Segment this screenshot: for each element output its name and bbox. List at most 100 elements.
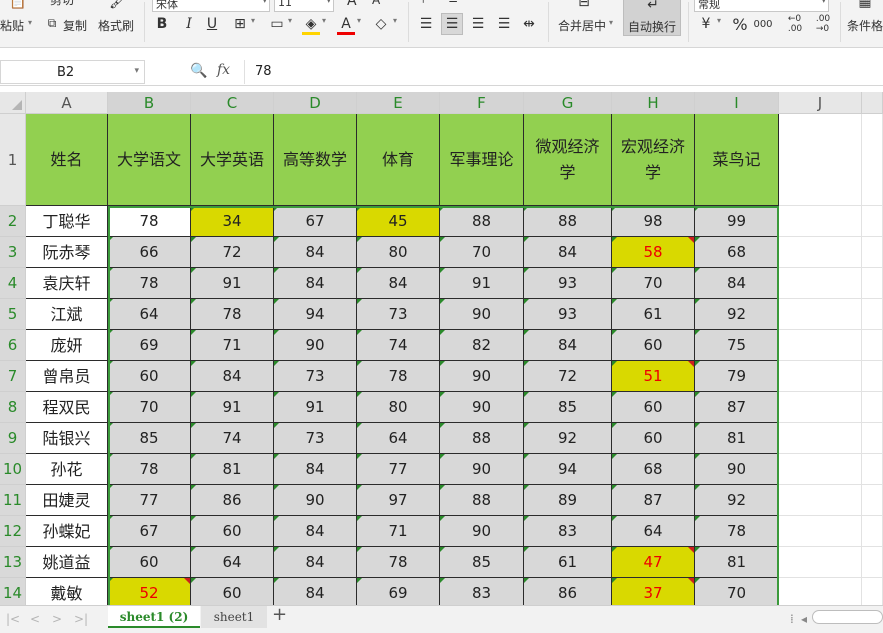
header-cell[interactable]: 菜鸟记: [695, 114, 779, 206]
select-all-corner[interactable]: [0, 92, 26, 114]
score-cell[interactable]: 71: [191, 330, 274, 361]
score-cell[interactable]: 93: [524, 299, 612, 330]
empty-cell[interactable]: [779, 485, 862, 516]
score-cell[interactable]: 78: [695, 516, 779, 547]
column-header-f[interactable]: F: [440, 92, 524, 114]
score-cell[interactable]: 92: [695, 299, 779, 330]
score-cell[interactable]: 84: [274, 547, 357, 578]
score-cell[interactable]: 64: [357, 423, 440, 454]
row-header-9[interactable]: 9: [0, 423, 26, 454]
score-cell[interactable]: 78: [108, 454, 191, 485]
score-cell[interactable]: 51: [612, 361, 695, 392]
score-cell[interactable]: 70: [108, 392, 191, 423]
empty-cell[interactable]: [862, 237, 883, 268]
empty-cell[interactable]: [779, 206, 862, 237]
score-cell[interactable]: 91: [191, 268, 274, 299]
empty-cell[interactable]: [862, 547, 883, 578]
score-cell[interactable]: 90: [440, 516, 524, 547]
score-cell[interactable]: 70: [612, 268, 695, 299]
score-cell[interactable]: 92: [524, 423, 612, 454]
score-cell[interactable]: 73: [274, 361, 357, 392]
empty-cell[interactable]: [862, 392, 883, 423]
score-cell[interactable]: 68: [612, 454, 695, 485]
score-cell[interactable]: 88: [440, 206, 524, 237]
score-cell[interactable]: 78: [191, 299, 274, 330]
score-cell[interactable]: 60: [191, 516, 274, 547]
empty-cell[interactable]: [862, 268, 883, 299]
score-cell[interactable]: 80: [357, 392, 440, 423]
empty-cell[interactable]: [862, 330, 883, 361]
score-cell[interactable]: 84: [524, 237, 612, 268]
score-cell[interactable]: 93: [524, 268, 612, 299]
score-cell[interactable]: 64: [612, 516, 695, 547]
header-cell[interactable]: 姓名: [26, 114, 108, 206]
score-cell[interactable]: 87: [612, 485, 695, 516]
score-cell[interactable]: 90: [440, 392, 524, 423]
score-cell[interactable]: 58: [612, 237, 695, 268]
score-cell[interactable]: 70: [440, 237, 524, 268]
score-cell[interactable]: 89: [524, 485, 612, 516]
score-cell[interactable]: 84: [274, 454, 357, 485]
score-cell[interactable]: 90: [440, 299, 524, 330]
name-cell[interactable]: 江斌: [26, 299, 108, 330]
score-cell[interactable]: 64: [108, 299, 191, 330]
header-cell[interactable]: 大学英语: [191, 114, 274, 206]
empty-cell[interactable]: [779, 268, 862, 299]
score-cell[interactable]: 81: [695, 547, 779, 578]
name-cell[interactable]: 孙蝶妃: [26, 516, 108, 547]
score-cell[interactable]: 67: [108, 516, 191, 547]
score-cell[interactable]: 90: [274, 485, 357, 516]
score-cell[interactable]: 73: [274, 423, 357, 454]
score-cell[interactable]: 83: [524, 516, 612, 547]
column-header-i[interactable]: I: [695, 92, 779, 114]
horizontal-scrollbar[interactable]: [812, 610, 883, 624]
empty-cell[interactable]: [862, 516, 883, 547]
empty-cell[interactable]: [779, 330, 862, 361]
column-header-a[interactable]: A: [26, 92, 108, 114]
empty-cell[interactable]: [862, 206, 883, 237]
score-cell[interactable]: 94: [524, 454, 612, 485]
score-cell[interactable]: 97: [357, 485, 440, 516]
header-cell[interactable]: 微观经济学: [524, 114, 612, 206]
empty-cell[interactable]: [779, 361, 862, 392]
empty-cell[interactable]: [862, 361, 883, 392]
empty-cell[interactable]: [779, 392, 862, 423]
prev-sheet-icon[interactable]: <: [30, 612, 40, 626]
score-cell[interactable]: 85: [440, 547, 524, 578]
score-cell[interactable]: 68: [695, 237, 779, 268]
score-cell[interactable]: 73: [357, 299, 440, 330]
score-cell[interactable]: 84: [357, 268, 440, 299]
score-cell[interactable]: 61: [524, 547, 612, 578]
header-cell[interactable]: 大学语文: [108, 114, 191, 206]
score-cell[interactable]: 98: [612, 206, 695, 237]
score-cell[interactable]: 78: [357, 547, 440, 578]
name-cell[interactable]: 孙花: [26, 454, 108, 485]
header-cell[interactable]: 宏观经济学: [612, 114, 695, 206]
score-cell[interactable]: 47: [612, 547, 695, 578]
score-cell[interactable]: 80: [357, 237, 440, 268]
row-header-4[interactable]: 4: [0, 268, 26, 299]
row-header-5[interactable]: 5: [0, 299, 26, 330]
empty-cell[interactable]: [779, 114, 862, 206]
score-cell[interactable]: 90: [440, 361, 524, 392]
header-cell[interactable]: 高等数学: [274, 114, 357, 206]
empty-cell[interactable]: [779, 547, 862, 578]
empty-cell[interactable]: [862, 423, 883, 454]
column-header-e[interactable]: E: [357, 92, 440, 114]
score-cell[interactable]: 78: [357, 361, 440, 392]
empty-cell[interactable]: [779, 516, 862, 547]
score-cell[interactable]: 84: [274, 516, 357, 547]
name-cell[interactable]: 曾帛员: [26, 361, 108, 392]
score-cell[interactable]: 34: [191, 206, 274, 237]
score-cell[interactable]: 72: [524, 361, 612, 392]
score-cell[interactable]: 92: [695, 485, 779, 516]
name-cell[interactable]: 姚道益: [26, 547, 108, 578]
score-cell[interactable]: 82: [440, 330, 524, 361]
score-cell[interactable]: 60: [612, 330, 695, 361]
score-cell[interactable]: 84: [191, 361, 274, 392]
score-cell[interactable]: 84: [695, 268, 779, 299]
score-cell[interactable]: 94: [274, 299, 357, 330]
score-cell[interactable]: 90: [440, 454, 524, 485]
score-cell[interactable]: 72: [191, 237, 274, 268]
row-header-2[interactable]: 2: [0, 206, 26, 237]
